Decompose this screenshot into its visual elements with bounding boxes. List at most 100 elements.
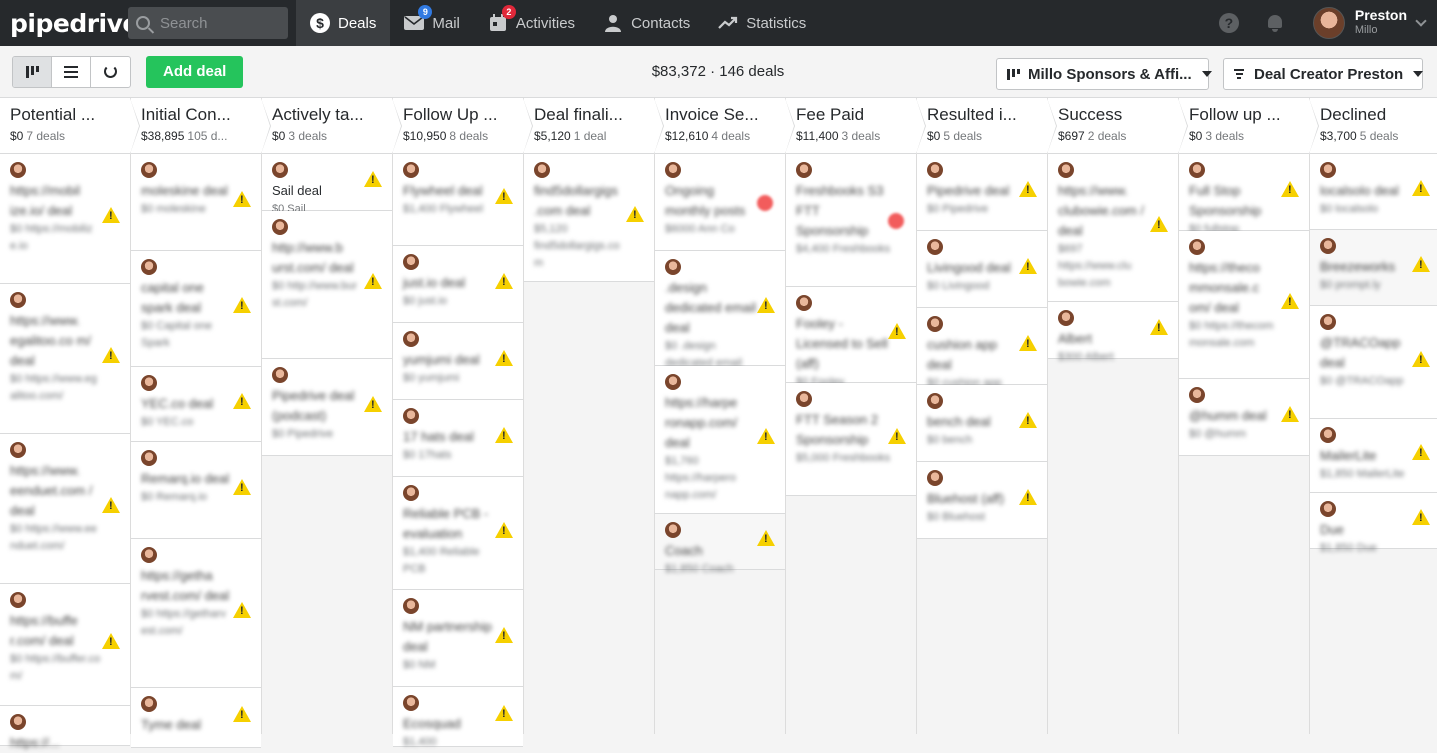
warning-icon[interactable] (1019, 412, 1037, 428)
warning-icon[interactable] (233, 297, 251, 313)
warning-icon[interactable] (757, 428, 775, 444)
deal-card[interactable]: Breezeworks $0 prompt.ly (1310, 230, 1437, 306)
deal-card[interactable]: .design dedicated email deal $0 .design d… (655, 251, 785, 369)
warning-icon[interactable] (1150, 216, 1168, 232)
nav-mail[interactable]: 9 Mail (390, 0, 474, 46)
search-input[interactable] (160, 14, 280, 32)
deal-card[interactable]: Coach $1,850 Coach (655, 514, 785, 575)
stage-header[interactable]: Potential ... $0 7 deals (0, 98, 140, 154)
warning-icon[interactable] (1281, 406, 1299, 422)
deal-card[interactable]: https://www. egalitoo.co m/ deal $0 https… (0, 284, 130, 434)
warning-icon[interactable] (364, 396, 382, 412)
warning-icon[interactable] (757, 530, 775, 546)
deal-card[interactable]: Full Stop Sponsorship $0 fullstop (1179, 154, 1309, 235)
deal-card[interactable]: https://... (0, 706, 130, 750)
deal-card[interactable]: https://mobil ize.io/ deal $0 https://mob… (0, 154, 130, 284)
deal-card[interactable]: https://www. eenduet.com / deal $0 https:… (0, 434, 130, 584)
deal-card[interactable]: Pipedrive deal $0 Pipedrive (917, 154, 1047, 231)
stage-header[interactable]: Follow Up ... $10,950 8 deals (393, 98, 533, 154)
deal-card[interactable]: MailerLite $1,850 MailerLite (1310, 419, 1437, 493)
deal-card[interactable]: FTT Season 2 Sponsorship $5,000 Freshbook… (786, 383, 916, 496)
deal-card[interactable]: Freshbooks S3 FTT Sponsorship $4,400 Fres… (786, 154, 916, 287)
stage-header[interactable]: Actively ta... $0 3 deals (262, 98, 402, 154)
help-icon[interactable]: ? (1218, 13, 1239, 33)
add-deal-button[interactable]: Add deal (146, 55, 244, 88)
warning-icon[interactable] (1281, 293, 1299, 309)
warning-icon[interactable] (495, 188, 513, 204)
warning-icon[interactable] (233, 479, 251, 495)
stage-header[interactable]: Fee Paid $11,400 3 deals (786, 98, 926, 154)
nav-contacts[interactable]: Contacts (589, 0, 704, 46)
warning-icon[interactable] (757, 297, 775, 313)
deal-card[interactable]: Livingood deal $0 Livingood (917, 231, 1047, 308)
deal-card[interactable]: Remarq.io deal $0 Remarq.io (131, 442, 261, 539)
deal-card[interactable]: localsolo deal $0 localsolo (1310, 154, 1437, 230)
bell-icon[interactable] (1267, 15, 1283, 32)
warning-icon[interactable] (1412, 180, 1430, 196)
deal-card[interactable]: @humm deal $0 @humm (1179, 379, 1309, 456)
deal-card[interactable]: NM partnership deal $0 NM (393, 590, 523, 687)
stage-header[interactable]: Resulted i... $0 5 deals (917, 98, 1057, 154)
nav-statistics[interactable]: Statistics (704, 0, 820, 46)
warning-icon[interactable] (1412, 256, 1430, 272)
deal-card[interactable]: http://www.b urst.com/ deal $0 http://www… (262, 211, 392, 359)
pipeline-view-button[interactable] (13, 56, 52, 87)
nav-deals[interactable]: $ Deals (296, 0, 391, 46)
warning-icon[interactable] (495, 522, 513, 538)
warning-icon[interactable] (626, 206, 644, 222)
deal-card[interactable]: Reliable PCB - evaluation $1,400 Reliable… (393, 477, 523, 590)
warning-icon[interactable] (1019, 181, 1037, 197)
warning-icon[interactable] (1150, 319, 1168, 335)
deal-card[interactable]: YEC.co deal $0 YEC.co (131, 367, 261, 442)
stage-header[interactable]: Follow up ... $0 3 deals (1179, 98, 1319, 154)
warning-icon[interactable] (1412, 444, 1430, 460)
deal-card[interactable]: find5dollargigs .com deal $5,120 find5dol… (524, 154, 654, 282)
deal-card[interactable]: Flywheel deal $1,400 Flywheel (393, 154, 523, 246)
deal-card[interactable]: cushion app deal $0 cushion app (917, 308, 1047, 389)
warning-icon[interactable] (1412, 351, 1430, 367)
warning-icon[interactable] (1019, 335, 1037, 351)
deal-card[interactable]: capital one spark deal $0 Capital one Spa… (131, 251, 261, 367)
deal-card[interactable]: bench deal $0 bench (917, 385, 1047, 462)
warning-icon[interactable] (1281, 181, 1299, 197)
deal-card[interactable]: Sail deal $0 Sail (262, 154, 392, 215)
stage-header[interactable]: Initial Con... $38,895 105 d... (131, 98, 271, 154)
deal-card[interactable]: Bluehost (aff) $0 Bluehost (917, 462, 1047, 539)
pipedrive-logo[interactable]: pipedrive (0, 9, 139, 38)
deal-card[interactable]: Pipedrive deal (podcast) $0 Pipedrive (262, 359, 392, 456)
warning-icon[interactable] (233, 706, 251, 722)
deal-card[interactable]: 17 hats deal $0 17hats (393, 400, 523, 477)
warning-icon[interactable] (233, 602, 251, 618)
stage-header[interactable]: Success $697 2 deals (1048, 98, 1188, 154)
list-view-button[interactable] (52, 56, 91, 87)
deal-card[interactable]: moleskine deal $0 moleskine (131, 154, 261, 251)
deal-card[interactable]: Albert $300 Albert (1048, 302, 1178, 363)
stage-header[interactable]: Declined $3,700 5 deals (1310, 98, 1437, 154)
warning-icon[interactable] (495, 350, 513, 366)
warning-icon[interactable] (364, 171, 382, 187)
deal-card[interactable]: Ecosquad $1,400 (393, 687, 523, 748)
overdue-icon[interactable] (757, 195, 773, 211)
pipeline-selector[interactable]: Millo Sponsors & Affi... (996, 58, 1212, 90)
warning-icon[interactable] (495, 627, 513, 643)
user-menu[interactable]: Preston Millo (1312, 0, 1437, 46)
warning-icon[interactable] (102, 207, 120, 223)
deal-card[interactable]: Tyme deal (131, 688, 261, 748)
deal-card[interactable]: https://harpe ronapp.com/ deal $1,760 htt… (655, 366, 785, 514)
deal-card[interactable]: just.io deal $0 just.io (393, 246, 523, 323)
deal-card[interactable]: https://buffe r.com/ deal $0 https://buff… (0, 584, 130, 706)
warning-icon[interactable] (1019, 489, 1037, 505)
deal-card[interactable]: Ongoing monthly posts $6000 Ann Co (655, 154, 785, 251)
stage-header[interactable]: Invoice Se... $12,610 4 deals (655, 98, 795, 154)
warning-icon[interactable] (888, 428, 906, 444)
warning-icon[interactable] (1019, 258, 1037, 274)
deal-card[interactable]: Due $1,850 Due (1310, 493, 1437, 554)
warning-icon[interactable] (233, 191, 251, 207)
nav-activities[interactable]: 2 Activities (474, 0, 589, 46)
warning-icon[interactable] (495, 705, 513, 721)
deal-card[interactable]: yumjumi deal $0 yumjumi (393, 323, 523, 400)
overdue-icon[interactable] (888, 213, 904, 229)
owner-filter[interactable]: Deal Creator Preston (1223, 58, 1424, 90)
warning-icon[interactable] (1412, 509, 1430, 525)
deal-card[interactable]: @TRACOapp deal $0 @TRACOapp (1310, 306, 1437, 419)
